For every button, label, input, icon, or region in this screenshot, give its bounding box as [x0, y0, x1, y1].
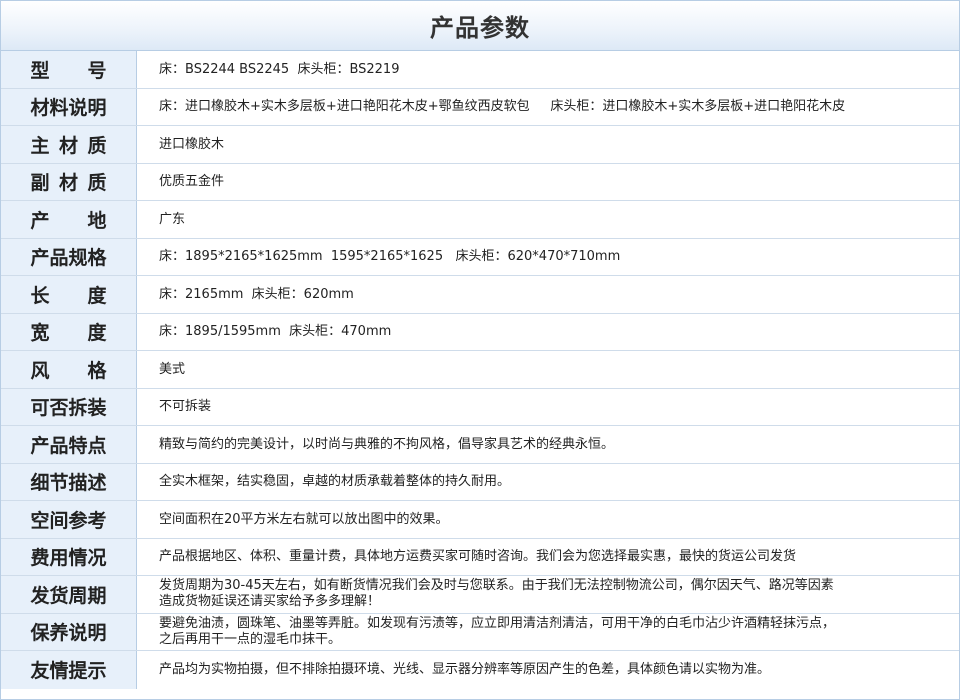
row-label: 发货周期	[30, 584, 107, 607]
row-label-cell: 友情提示	[1, 651, 137, 689]
row-label-cell: 副材质	[1, 163, 137, 200]
row-value-cell: 床：进口橡胶木+实木多层板+进口艳阳花木皮+鄂鱼纹西皮软包 床头柜：进口橡胶木+…	[137, 89, 959, 126]
row-label-spread: 副材质	[30, 172, 107, 195]
row-label-cell: 保养说明	[1, 613, 137, 650]
row-value: 精致与简约的完美设计，以时尚与典雅的不拘风格，倡导家具艺术的经典永恒。	[159, 436, 615, 452]
table-row: 材料说明 床：进口橡胶木+实木多层板+进口艳阳花木皮+鄂鱼纹西皮软包 床头柜：进口…	[1, 88, 959, 126]
row-label: 产品特点	[30, 434, 107, 457]
row-value-cell: 产品根据地区、体积、重量计费，具体地方运费买家可随时咨询。我们会为您选择最实惠，…	[137, 539, 959, 576]
table-row: 费用情况 产品根据地区、体积、重量计费，具体地方运费买家可随时咨询。我们会为您选择…	[1, 538, 959, 576]
row-label: 材料说明	[30, 97, 107, 120]
row-value-cell: 床：1895*2165*1625mm 1595*2165*1625 床头柜：62…	[137, 239, 959, 276]
row-label-spread: 产地	[30, 209, 107, 232]
row-label: 可否拆装	[30, 397, 107, 420]
row-label-cell: 细节描述	[1, 463, 137, 500]
table-row: 副材质 优质五金件	[1, 163, 959, 201]
row-label: 保养说明	[30, 622, 107, 645]
row-value: 床：进口橡胶木+实木多层板+进口艳阳花木皮+鄂鱼纹西皮软包 床头柜：进口橡胶木+…	[159, 99, 846, 115]
row-value: 产品根据地区、体积、重量计费，具体地方运费买家可随时咨询。我们会为您选择最实惠，…	[159, 549, 797, 565]
table-row: 细节描述 全实木框架，结实稳固，卓越的材质承载着整体的持久耐用。	[1, 463, 959, 501]
row-value-cell: 优质五金件	[137, 164, 959, 201]
row-value: 发货周期为30-45天左右，如有断货情况我们会及时与您联系。由于我们无法控制物流…	[159, 578, 834, 610]
row-value: 全实木框架，结实稳固，卓越的材质承载着整体的持久耐用。	[159, 474, 511, 490]
row-label: 风格	[31, 356, 107, 383]
table-row: 型号 床：BS2244 BS2245 床头柜：BS2219	[1, 51, 959, 89]
row-label-cell: 产品规格	[1, 238, 137, 275]
row-value-cell: 床：2165mm 床头柜：620mm	[137, 276, 959, 313]
row-value: 床：1895/1595mm 床头柜：470mm	[159, 324, 392, 340]
table-row: 主材质 进口橡胶木	[1, 126, 959, 164]
row-label-cell: 风格	[1, 351, 137, 388]
table-row: 产品特点 精致与简约的完美设计，以时尚与典雅的不拘风格，倡导家具艺术的经典永恒。	[1, 426, 959, 464]
row-value-cell: 床：1895/1595mm 床头柜：470mm	[137, 314, 959, 351]
row-label-cell: 产地	[1, 201, 137, 238]
table-row: 友情提示 产品均为实物拍摄，但不排除拍摄环境、光线、显示器分辨率等原因产生的色差，…	[1, 651, 959, 689]
table-row: 可否拆装 不可拆装	[1, 388, 959, 426]
row-value: 床：BS2244 BS2245 床头柜：BS2219	[159, 61, 400, 77]
row-label-spread: 型号	[30, 59, 107, 82]
product-parameters-table: 产品参数 型号 床：BS2244 BS2245 床头柜：BS2219 材料说明 床：进…	[0, 0, 960, 700]
row-label-cell: 发货周期	[1, 576, 137, 613]
table-title: 产品参数	[430, 14, 530, 42]
row-value: 优质五金件	[159, 174, 225, 190]
row-value: 空间面积在20平方米左右就可以放出图中的效果。	[159, 511, 449, 527]
row-label-spread: 宽度	[30, 322, 107, 345]
row-value-cell: 要避免油渍，圆珠笔、油墨等弄脏。如发现有污渍等，应立即用清洁剂清洁，可用干净的白…	[137, 614, 959, 651]
row-label-cell: 可否拆装	[1, 388, 137, 425]
table-row: 宽度 床：1895/1595mm 床头柜：470mm	[1, 313, 959, 351]
row-value-cell: 广东	[137, 201, 959, 238]
row-label-cell: 费用情况	[1, 538, 137, 575]
row-label-cell: 宽度	[1, 313, 137, 350]
row-value: 不可拆装	[159, 399, 212, 415]
row-value-cell: 发货周期为30-45天左右，如有断货情况我们会及时与您联系。由于我们无法控制物流…	[137, 576, 959, 613]
row-label: 友情提示	[30, 660, 107, 683]
row-label-cell: 材料说明	[1, 88, 137, 125]
row-label: 产品规格	[30, 247, 107, 270]
row-value-cell: 进口橡胶木	[137, 126, 959, 163]
row-value: 进口橡胶木	[159, 136, 225, 152]
row-label: 空间参考	[30, 509, 107, 532]
row-value-cell: 全实木框架，结实稳固，卓越的材质承载着整体的持久耐用。	[137, 464, 959, 501]
parameter-rows: 型号 床：BS2244 BS2245 床头柜：BS2219 材料说明 床：进口橡胶木+…	[1, 51, 959, 689]
row-value-cell: 床：BS2244 BS2245 床头柜：BS2219	[137, 51, 959, 88]
row-label-cell: 主材质	[1, 126, 137, 163]
row-label: 型号	[31, 56, 107, 83]
row-label-cell: 长度	[1, 276, 137, 313]
row-label-cell: 空间参考	[1, 501, 137, 538]
row-label: 产地	[31, 206, 107, 233]
row-value: 广东	[159, 211, 186, 227]
table-row: 空间参考 空间面积在20平方米左右就可以放出图中的效果。	[1, 501, 959, 539]
row-label: 宽度	[31, 318, 107, 345]
table-row: 产地 广东	[1, 201, 959, 239]
row-label: 细节描述	[30, 472, 107, 495]
table-header: 产品参数	[1, 1, 959, 51]
row-label-spread: 长度	[30, 284, 107, 307]
row-label: 长度	[31, 281, 107, 308]
row-value: 要避免油渍，圆珠笔、油墨等弄脏。如发现有污渍等，应立即用清洁剂清洁，可用干净的白…	[159, 615, 836, 647]
row-value-cell: 产品均为实物拍摄，但不排除拍摄环境、光线、显示器分辨率等原因产生的色差，具体颜色…	[137, 651, 959, 689]
row-label-cell: 型号	[1, 51, 137, 88]
row-value: 产品均为实物拍摄，但不排除拍摄环境、光线、显示器分辨率等原因产生的色差，具体颜色…	[159, 662, 771, 678]
table-row: 发货周期 发货周期为30-45天左右，如有断货情况我们会及时与您联系。由于我们无法…	[1, 576, 959, 614]
row-value-cell: 空间面积在20平方米左右就可以放出图中的效果。	[137, 501, 959, 538]
table-row: 保养说明 要避免油渍，圆珠笔、油墨等弄脏。如发现有污渍等，应立即用清洁剂清洁，可用…	[1, 613, 959, 651]
row-value-cell: 不可拆装	[137, 389, 959, 426]
row-value: 床：2165mm 床头柜：620mm	[159, 286, 354, 302]
row-label: 副材质	[31, 168, 107, 195]
row-label-spread: 主材质	[30, 134, 107, 157]
row-value: 美式	[159, 361, 186, 377]
row-value: 床：1895*2165*1625mm 1595*2165*1625 床头柜：62…	[159, 249, 621, 265]
row-label-spread: 风格	[30, 359, 107, 382]
row-label: 主材质	[31, 131, 107, 158]
table-row: 风格 美式	[1, 351, 959, 389]
row-value-cell: 美式	[137, 351, 959, 388]
table-row: 产品规格 床：1895*2165*1625mm 1595*2165*1625 床头…	[1, 238, 959, 276]
row-label: 费用情况	[30, 547, 107, 570]
row-label-cell: 产品特点	[1, 426, 137, 463]
row-value-cell: 精致与简约的完美设计，以时尚与典雅的不拘风格，倡导家具艺术的经典永恒。	[137, 426, 959, 463]
table-row: 长度 床：2165mm 床头柜：620mm	[1, 276, 959, 314]
